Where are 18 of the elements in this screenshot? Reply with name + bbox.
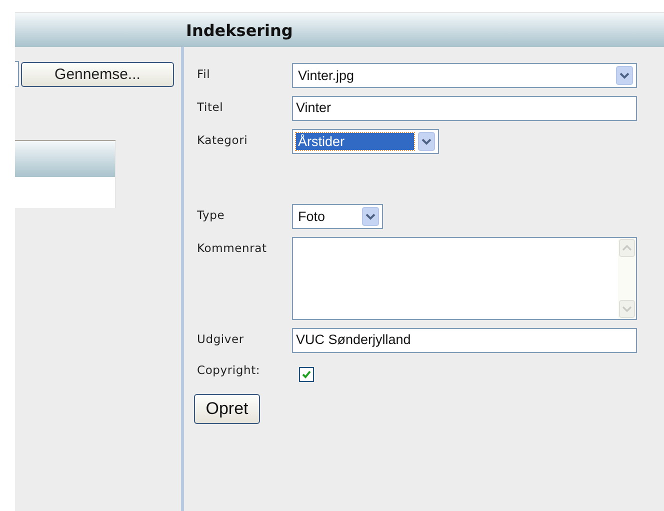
field-label: Kategori: [197, 132, 249, 147]
input-field[interactable]: VUC Sønderjylland: [292, 328, 637, 353]
checkmark-icon: [301, 369, 312, 380]
input-field[interactable]: Vinter: [292, 96, 637, 121]
section-title: Indeksering: [186, 20, 293, 40]
create-button[interactable]: Opret: [194, 394, 260, 424]
field-label: Type: [197, 207, 226, 222]
field-label: Udgiver: [197, 331, 245, 346]
browse-button[interactable]: Gennemse...: [21, 62, 174, 86]
dropdown[interactable]: Årstider: [292, 129, 439, 154]
file-input-field[interactable]: [15, 61, 19, 87]
dropdown[interactable]: Vinter.jpg: [292, 63, 637, 88]
checkbox[interactable]: [299, 367, 314, 382]
field-label: Copyright:: [197, 362, 262, 377]
field-label: Kommenrat: [197, 240, 268, 255]
field-label: Fil: [197, 66, 212, 81]
dropdown[interactable]: Foto: [292, 204, 383, 229]
field-label: Titel: [197, 99, 224, 114]
